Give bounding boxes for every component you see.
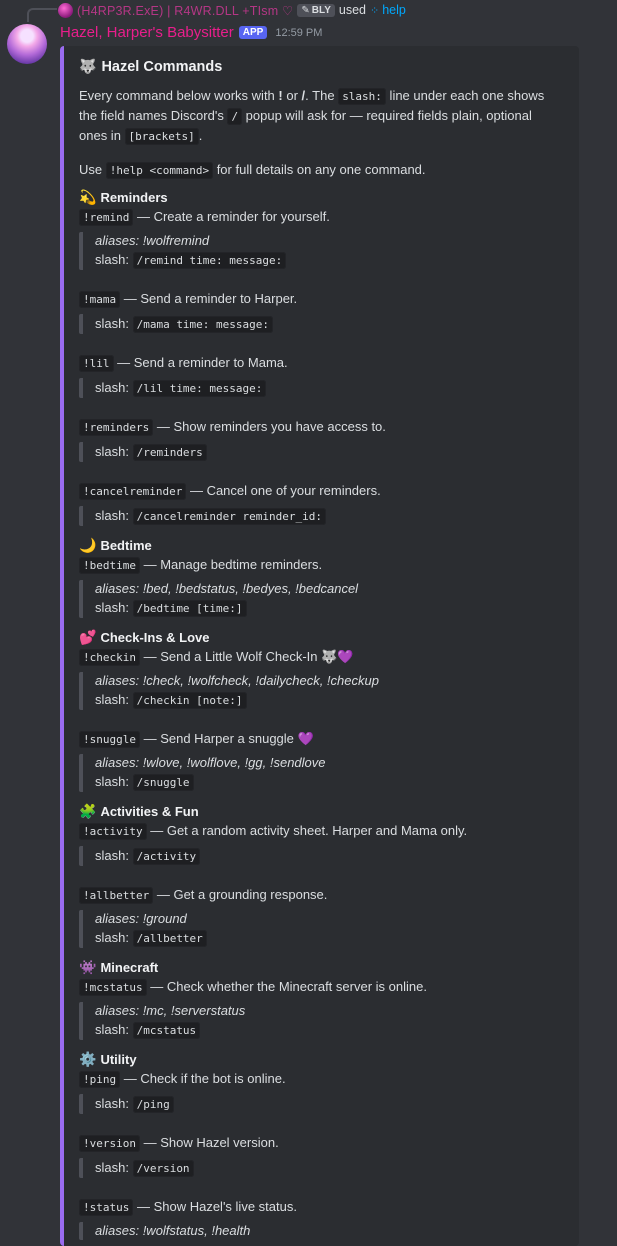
command-allbetter: !allbetter — Get a grounding response. — [79, 887, 327, 904]
section-activities: 🧩 Activities & Fun — [79, 803, 199, 819]
gear-icon: ⚙️ — [79, 1051, 97, 1067]
command-checkin: !checkin — Send a Little Wolf Check-In 🐺… — [79, 649, 353, 666]
command-status-details: aliases: !wolfstatus, !health — [79, 1222, 250, 1240]
embed-title: 🐺 Hazel Commands — [79, 58, 223, 75]
command-bedtime-details: aliases: !bed, !bedstatus, !bedyes, !bed… — [79, 580, 358, 618]
command-activity-details: slash: /activity — [79, 846, 201, 866]
command-reminders-details: slash: /reminders — [79, 442, 207, 462]
app-badge: APP — [238, 26, 268, 39]
commands-embed: 🐺 Hazel Commands Every command below wor… — [60, 46, 579, 1246]
section-checkins: 💕 Check-Ins & Love — [79, 629, 210, 645]
command-status: !status — Show Hazel's live status. — [79, 1199, 297, 1216]
command-snuggle-details: aliases: !wlove, !wolflove, !gg, !sendlo… — [79, 754, 326, 792]
command-checkin-details: aliases: !check, !wolfcheck, !dailycheck… — [79, 672, 379, 710]
slash-command-link[interactable]: ⁘ help — [370, 3, 406, 17]
author-name[interactable]: Hazel, Harper's Babysitter — [60, 24, 234, 41]
command-reminders: !reminders — Show reminders you have acc… — [79, 419, 386, 436]
reply-connector — [27, 8, 57, 22]
inline-code: !help <command> — [105, 162, 214, 179]
server-tag-badge: ✎ BLY — [297, 3, 335, 17]
command-lil-details: slash: /lil time: message: — [79, 378, 267, 398]
section-bedtime: 🌙 Bedtime — [79, 537, 152, 553]
command-activity: !activity — Get a random activity sheet.… — [79, 823, 467, 840]
reply-context[interactable]: (H4RP3R.ExE) | R4WR.DLL +TIsm ♡ ✎ BLY use… — [58, 2, 406, 18]
message-header: Hazel, Harper's Babysitter APP 12:59 PM — [60, 24, 322, 41]
puzzle-icon: 🧩 — [79, 803, 97, 819]
section-reminders: 💫 Reminders — [79, 189, 168, 205]
inline-code: slash: — [338, 88, 386, 105]
section-minecraft: 👾 Minecraft — [79, 959, 159, 975]
command-lil: !lil — Send a reminder to Mama. — [79, 355, 288, 372]
command-cancelreminder: !cancelreminder — Cancel one of your rem… — [79, 483, 381, 500]
command-mama: !mama — Send a reminder to Harper. — [79, 291, 297, 308]
command-ping: !ping — Check if the bot is online. — [79, 1071, 286, 1088]
reply-avatar[interactable] — [58, 2, 73, 18]
help-hint: Use !help <command> for full details on … — [79, 162, 426, 179]
wolf-icon: 🐺 — [79, 58, 97, 74]
command-allbetter-details: aliases: !ground slash: /allbetter — [79, 910, 207, 948]
command-cancelreminder-details: slash: /cancelreminder reminder_id: — [79, 506, 327, 526]
inline-code: / — [227, 108, 243, 125]
reply-username[interactable]: (H4RP3R.ExE) | R4WR.DLL +TIsm ♡ — [77, 3, 293, 18]
command-remind-details: aliases: !wolfremind slash: /remind time… — [79, 232, 287, 270]
message-timestamp[interactable]: 12:59 PM — [275, 27, 322, 39]
reply-used-text: used — [338, 3, 366, 17]
hearts-icon: 💕 — [79, 629, 97, 645]
command-mcstatus-details: aliases: !mc, !serverstatus slash: /mcst… — [79, 1002, 245, 1040]
tag-icon: ✎ — [301, 4, 310, 16]
section-utility: ⚙️ Utility — [79, 1051, 137, 1067]
inline-code: [brackets] — [124, 128, 199, 145]
command-mama-details: slash: /mama time: message: — [79, 314, 274, 334]
command-bedtime: !bedtime — Manage bedtime reminders. — [79, 557, 322, 574]
command-remind: !remind — Create a reminder for yourself… — [79, 209, 330, 226]
moon-icon: 🌙 — [79, 537, 97, 553]
command-mcstatus: !mcstatus — Check whether the Minecraft … — [79, 979, 427, 996]
sparkle-icon: 💫 — [79, 189, 97, 205]
command-version-details: slash: /version — [79, 1158, 194, 1178]
app-command-icon: ⁘ — [370, 4, 380, 17]
embed-intro: Every command below works with ! or /. T… — [79, 88, 545, 145]
command-version: !version — Show Hazel version. — [79, 1135, 279, 1152]
author-avatar[interactable] — [7, 24, 47, 64]
command-snuggle: !snuggle — Send Harper a snuggle 💜 — [79, 731, 314, 748]
command-ping-details: slash: /ping — [79, 1094, 174, 1114]
alien-icon: 👾 — [79, 959, 97, 975]
